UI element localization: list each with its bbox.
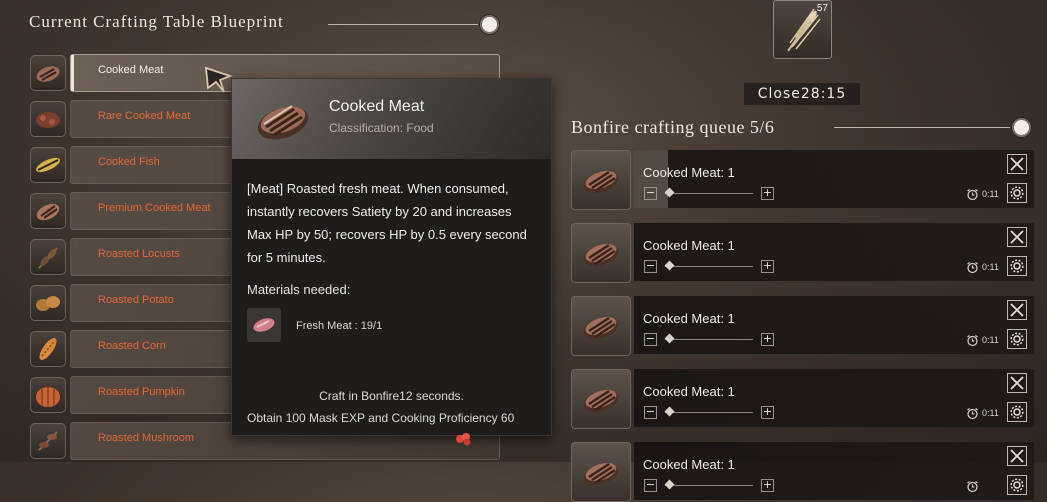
increase-button[interactable]: + — [761, 406, 774, 419]
increase-button[interactable]: + — [761, 260, 774, 273]
gear-icon — [1010, 332, 1024, 346]
queue-item-label: Cooked Meat: 1 — [643, 384, 735, 399]
cooked-fish-icon — [30, 147, 66, 183]
cancel-button[interactable] — [1007, 227, 1027, 247]
cooked-meat-icon — [571, 296, 631, 356]
close-timer: Close28:15 — [744, 83, 860, 105]
increase-button[interactable]: + — [761, 479, 774, 492]
settings-button[interactable] — [1007, 183, 1027, 203]
settings-button[interactable] — [1007, 475, 1027, 495]
queue-item: Cooked Meat: 1 − +0:11 — [571, 223, 1047, 283]
quantity-slider[interactable] — [665, 193, 753, 194]
resource-slot[interactable]: 57 — [773, 0, 832, 59]
cooked-meat-icon — [571, 150, 631, 210]
gear-icon — [1010, 405, 1024, 419]
settings-button[interactable] — [1007, 402, 1027, 422]
premium-cooked-meat-icon — [30, 193, 66, 229]
quantity-slider[interactable] — [665, 339, 753, 340]
queue-item: Cooked Meat: 1 − + — [571, 442, 1047, 502]
tooltip-item-name: Cooked Meat — [329, 98, 425, 115]
roasted-potato-icon — [30, 285, 66, 321]
gear-icon — [1010, 478, 1024, 492]
increase-button[interactable]: + — [761, 187, 774, 200]
close-icon — [1010, 230, 1024, 244]
close-icon — [1010, 157, 1024, 171]
materials-heading: Materials needed: — [247, 282, 351, 297]
queue-item-time: 0:11 — [982, 262, 999, 272]
recipe-label: Roasted Pumpkin — [98, 386, 185, 398]
queue-title: Bonfire crafting queue 5/6 — [571, 117, 775, 137]
queue-item: Cooked Meat: 1 − +0:11 — [571, 296, 1047, 356]
item-tooltip: Cooked Meat Classification: Food [Meat] … — [231, 78, 552, 436]
tooltip-classification: Classification: Food — [329, 121, 434, 135]
recipe-label: Cooked Meat — [98, 64, 164, 76]
recipe-label: Roasted Locusts — [98, 248, 180, 260]
decrease-button[interactable]: − — [644, 406, 657, 419]
recipe-label: Cooked Fish — [98, 156, 160, 168]
increase-button[interactable]: + — [761, 333, 774, 346]
craft-reward: Obtain 100 Mask EXP and Cooking Proficie… — [247, 411, 515, 425]
queue-item-label: Cooked Meat: 1 — [643, 238, 735, 253]
cancel-button[interactable] — [1007, 154, 1027, 174]
queue-item-time: 0:11 — [982, 335, 999, 345]
alarm-clock-icon — [967, 335, 978, 347]
decrease-button[interactable]: − — [644, 260, 657, 273]
queue-item-time: 0:11 — [982, 408, 999, 418]
decrease-button[interactable]: − — [644, 479, 657, 492]
queue-item-time: 0:11 — [982, 189, 999, 199]
recipe-label: Roasted Potato — [98, 294, 174, 306]
cooked-meat-icon — [257, 105, 309, 140]
roasted-pumpkin-icon — [30, 377, 66, 413]
blueprint-title: Current Crafting Table Blueprint — [29, 12, 284, 31]
alarm-clock-icon — [967, 408, 978, 420]
material-requirement: Fresh Meat : 19/1 — [296, 320, 383, 332]
queue-item: Cooked Meat: 1 − +0:11 — [571, 369, 1047, 429]
fresh-meat-icon — [247, 308, 281, 342]
title-divider — [328, 24, 478, 25]
quantity-slider[interactable] — [665, 266, 753, 267]
cancel-button[interactable] — [1007, 446, 1027, 466]
settings-button[interactable] — [1007, 256, 1027, 276]
rare-cooked-meat-icon — [30, 101, 66, 137]
cooked-meat-icon — [30, 55, 66, 91]
alarm-clock-icon — [967, 481, 978, 493]
roasted-mushroom-icon — [30, 423, 66, 459]
recipe-label: Rare Cooked Meat — [98, 110, 191, 122]
queue-knob-icon — [1012, 118, 1031, 137]
roasted-locusts-icon — [30, 239, 66, 275]
alarm-clock-icon — [967, 189, 978, 201]
close-icon — [1010, 376, 1024, 390]
quantity-slider[interactable] — [665, 485, 753, 486]
recipe-label: Roasted Corn — [98, 340, 166, 352]
close-icon — [1010, 303, 1024, 317]
roasted-corn-icon — [30, 331, 66, 367]
reward-icon — [456, 433, 471, 446]
craft-info: Craft in Bonfire12 seconds. — [319, 389, 464, 403]
tooltip-header: Cooked Meat Classification: Food — [232, 79, 551, 159]
alarm-clock-icon — [967, 262, 978, 274]
queue-divider — [834, 127, 1010, 128]
gear-icon — [1010, 186, 1024, 200]
gear-icon — [1010, 259, 1024, 273]
queue-item-label: Cooked Meat: 1 — [643, 457, 735, 472]
decrease-button[interactable]: − — [644, 187, 657, 200]
cooked-meat-icon — [571, 442, 631, 502]
resource-count: 57 — [816, 3, 828, 14]
close-icon — [1010, 449, 1024, 463]
quantity-slider[interactable] — [665, 412, 753, 413]
recipe-label: Premium Cooked Meat — [98, 202, 211, 214]
cursor-arrow-icon — [204, 66, 233, 93]
cooked-meat-icon — [571, 223, 631, 283]
decrease-button[interactable]: − — [644, 333, 657, 346]
queue-item: Cooked Meat: 1 − +0:11 — [571, 150, 1047, 210]
cancel-button[interactable] — [1007, 373, 1027, 393]
recipe-label: Roasted Mushroom — [98, 432, 194, 444]
settings-button[interactable] — [1007, 329, 1027, 349]
tooltip-description: [Meat] Roasted fresh meat. When consumed… — [247, 181, 527, 265]
queue-item-label: Cooked Meat: 1 — [643, 165, 735, 180]
queue-item-label: Cooked Meat: 1 — [643, 311, 735, 326]
title-knob-icon — [480, 15, 499, 34]
cancel-button[interactable] — [1007, 300, 1027, 320]
cooked-meat-icon — [571, 369, 631, 429]
